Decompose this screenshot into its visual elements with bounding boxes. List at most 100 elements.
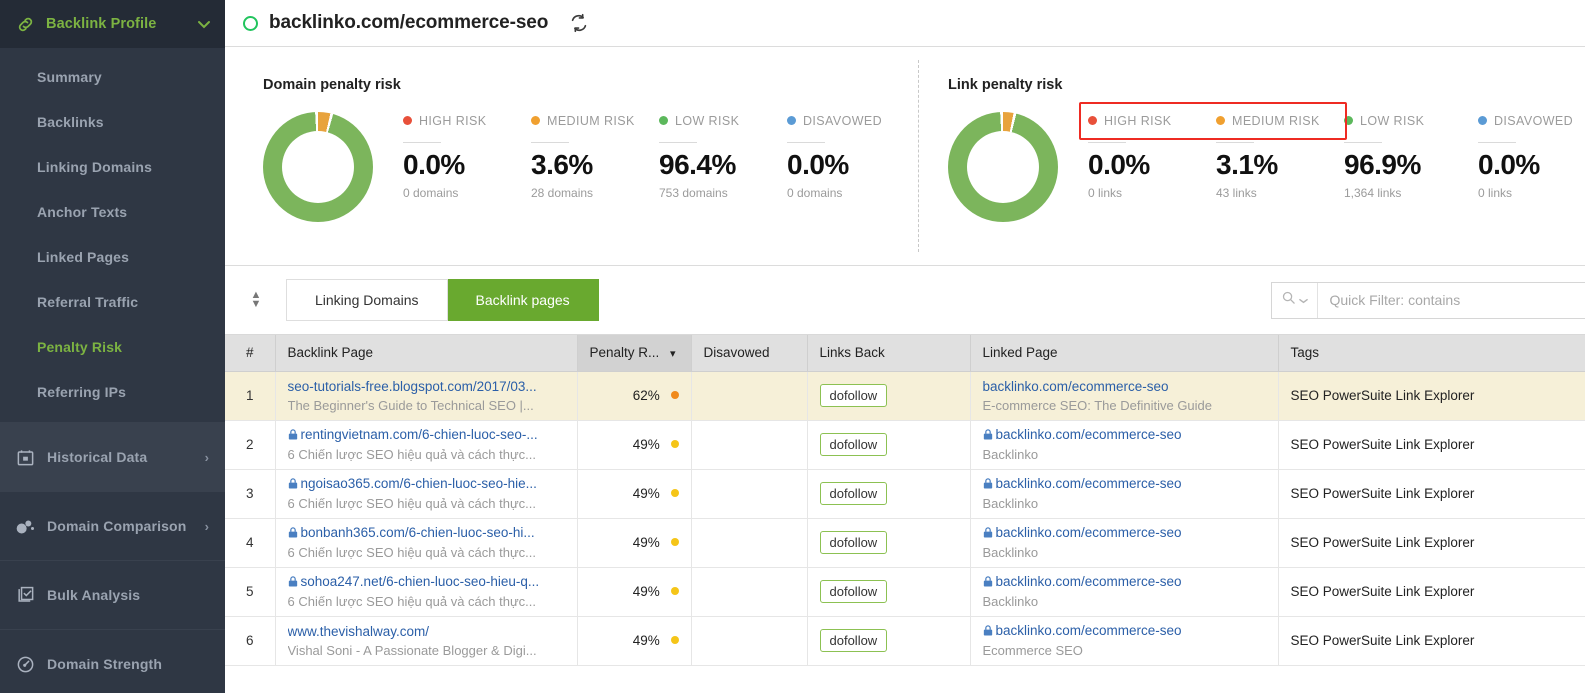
sidebar-item-anchor-texts[interactable]: Anchor Texts bbox=[0, 189, 225, 234]
penalty-risk-value: 49% bbox=[632, 535, 660, 550]
backlink-page-cell[interactable]: bonbanh365.com/6-chien-luoc-seo-hi... 6 … bbox=[275, 518, 578, 568]
disavowed-cell[interactable] bbox=[691, 616, 808, 666]
links-back-chip: dofollow bbox=[819, 580, 888, 603]
sidebar-item-label: Domain Comparison bbox=[47, 518, 187, 534]
sidebar-item-linked-pages[interactable]: Linked Pages bbox=[0, 234, 225, 279]
tab-backlink-pages[interactable]: Backlink pages bbox=[447, 279, 599, 321]
search-icon bbox=[1281, 290, 1296, 310]
linked-page-cell[interactable]: backlinko.com/ecommerce-seo Backlinko bbox=[970, 567, 1279, 617]
sidebar-item-referral-traffic[interactable]: Referral Traffic bbox=[0, 279, 225, 324]
penalty-risk-panels: Domain penalty risk HIGH RISK 0.0% 0 dom… bbox=[225, 47, 1585, 266]
sidebar-item-linking-domains[interactable]: Linking Domains bbox=[0, 144, 225, 189]
sidebar-item-summary[interactable]: Summary bbox=[0, 54, 225, 99]
penalty-risk-cell: 49% bbox=[577, 420, 692, 470]
linked-page-url[interactable]: backlinko.com/ecommerce-seo bbox=[983, 573, 1266, 591]
table-row[interactable]: 3 ngoisao365.com/6-chien-luoc-seo-hie...… bbox=[225, 469, 1585, 519]
lock-icon bbox=[983, 476, 993, 493]
legend-item-disavowed[interactable]: DISAVOWED 0.0% 0 links bbox=[1478, 112, 1585, 200]
domain-penalty-legend: HIGH RISK 0.0% 0 domains MEDIUM RISK 3.6… bbox=[403, 112, 915, 200]
table-row[interactable]: 6 www.thevishalway.com/ Vishal Soni - A … bbox=[225, 616, 1585, 666]
links-back-chip: dofollow bbox=[819, 433, 888, 456]
url-text: backlinko.com/ecommerce-seo bbox=[995, 574, 1182, 589]
legend-percent: 0.0% bbox=[787, 149, 849, 180]
sidebar-section-backlink-profile[interactable]: Backlink Profile bbox=[0, 0, 225, 48]
legend-item-low-risk[interactable]: LOW RISK 96.9% 1,364 links bbox=[1344, 112, 1478, 200]
backlink-page-cell[interactable]: rentingvietnam.com/6-chien-luoc-seo-... … bbox=[275, 420, 578, 470]
disavowed-cell[interactable] bbox=[691, 567, 808, 617]
linked-page-cell[interactable]: backlinko.com/ecommerce-seo Backlinko bbox=[970, 518, 1279, 568]
backlink-page-url[interactable]: www.thevishalway.com/ bbox=[288, 623, 565, 640]
table-row[interactable]: 4 bonbanh365.com/6-chien-luoc-seo-hi... … bbox=[225, 518, 1585, 568]
linked-page-url[interactable]: backlinko.com/ecommerce-seo bbox=[983, 524, 1266, 542]
refresh-icon[interactable] bbox=[568, 12, 590, 34]
linked-page-cell[interactable]: backlinko.com/ecommerce-seo Ecommerce SE… bbox=[970, 616, 1279, 666]
penalty-risk-cell: 49% bbox=[577, 518, 692, 568]
column-header-backlink-page[interactable]: Backlink Page bbox=[275, 335, 578, 372]
penalty-risk-cell: 49% bbox=[577, 469, 692, 519]
tab-linking-domains[interactable]: Linking Domains bbox=[286, 279, 448, 321]
column-header-tags[interactable]: Tags bbox=[1278, 335, 1585, 372]
backlink-page-url[interactable]: sohoa247.net/6-chien-luoc-seo-hieu-q... bbox=[288, 573, 565, 591]
column-header-penalty-risk[interactable]: Penalty R... ▾ bbox=[577, 335, 692, 372]
backlink-page-cell[interactable]: www.thevishalway.com/ Vishal Soni - A Pa… bbox=[275, 616, 578, 666]
column-header-index[interactable]: # bbox=[225, 335, 276, 372]
row-height-toggle[interactable]: ▲ ▼ bbox=[241, 290, 271, 310]
table-row[interactable]: 1 seo-tutorials-free.blogspot.com/2017/0… bbox=[225, 371, 1585, 421]
backlink-page-title: The Beginner's Guide to Technical SEO |.… bbox=[287, 397, 534, 413]
legend-item-medium-risk[interactable]: MEDIUM RISK 3.6% 28 domains bbox=[531, 112, 659, 200]
sidebar-item-domain-strength[interactable]: Domain Strength bbox=[0, 629, 225, 693]
linked-page-url[interactable]: backlinko.com/ecommerce-seo bbox=[983, 622, 1266, 640]
disavowed-dot-icon bbox=[1478, 116, 1487, 125]
disavowed-cell[interactable] bbox=[691, 371, 808, 421]
sidebar-item-penalty-risk[interactable]: Penalty Risk bbox=[0, 324, 225, 369]
linked-page-cell[interactable]: backlinko.com/ecommerce-seo E-commerce S… bbox=[970, 371, 1279, 421]
url-text: backlinko.com/ecommerce-seo bbox=[995, 623, 1182, 638]
lock-icon bbox=[983, 574, 993, 591]
linked-page-url[interactable]: backlinko.com/ecommerce-seo bbox=[983, 475, 1266, 493]
disavowed-cell[interactable] bbox=[691, 518, 808, 568]
sidebar-item-domain-comparison[interactable]: Domain Comparison › bbox=[0, 491, 225, 560]
table-body: 1 seo-tutorials-free.blogspot.com/2017/0… bbox=[225, 371, 1585, 666]
table-row[interactable]: 5 sohoa247.net/6-chien-luoc-seo-hieu-q..… bbox=[225, 567, 1585, 617]
penalty-risk-cell: 49% bbox=[577, 567, 692, 617]
column-header-linked-page[interactable]: Linked Page bbox=[970, 335, 1279, 372]
chevron-down-icon[interactable] bbox=[197, 17, 211, 32]
penalty-risk-value: 49% bbox=[632, 437, 660, 452]
disavowed-cell[interactable] bbox=[691, 420, 808, 470]
sidebar-item-backlinks[interactable]: Backlinks bbox=[0, 99, 225, 144]
linked-page-url[interactable]: backlinko.com/ecommerce-seo bbox=[983, 426, 1266, 444]
backlink-page-cell[interactable]: ngoisao365.com/6-chien-luoc-seo-hie... 6… bbox=[275, 469, 578, 519]
legend-item-high-risk[interactable]: HIGH RISK 0.0% 0 links bbox=[1088, 112, 1216, 200]
links-back-chip: dofollow bbox=[819, 629, 888, 652]
backlink-page-url[interactable]: rentingvietnam.com/6-chien-luoc-seo-... bbox=[288, 426, 565, 444]
search-input[interactable] bbox=[1317, 282, 1585, 318]
legend-item-high-risk[interactable]: HIGH RISK 0.0% 0 domains bbox=[403, 112, 531, 200]
column-header-disavowed[interactable]: Disavowed bbox=[691, 335, 808, 372]
backlink-page-url[interactable]: ngoisao365.com/6-chien-luoc-seo-hie... bbox=[288, 475, 565, 493]
backlink-page-cell[interactable]: seo-tutorials-free.blogspot.com/2017/03.… bbox=[275, 371, 578, 421]
high-risk-dot-icon bbox=[403, 116, 412, 125]
legend-item-disavowed[interactable]: DISAVOWED 0.0% 0 domains bbox=[787, 112, 915, 200]
backlink-page-cell[interactable]: sohoa247.net/6-chien-luoc-seo-hieu-q... … bbox=[275, 567, 578, 617]
tags-cell: SEO PowerSuite Link Explorer bbox=[1278, 371, 1585, 421]
penalty-risk-cell: 62% bbox=[577, 371, 692, 421]
legend-item-low-risk[interactable]: LOW RISK 96.4% 753 domains bbox=[659, 112, 787, 200]
sidebar-item-historical-data[interactable]: Historical Data › bbox=[0, 422, 225, 491]
backlink-page-url[interactable]: bonbanh365.com/6-chien-luoc-seo-hi... bbox=[288, 524, 565, 542]
linked-page-cell[interactable]: backlinko.com/ecommerce-seo Backlinko bbox=[970, 420, 1279, 470]
column-header-links-back[interactable]: Links Back bbox=[807, 335, 971, 372]
app-root: Backlink Profile Summary Backlinks Linki… bbox=[0, 0, 1585, 693]
legend-label: LOW RISK bbox=[1360, 113, 1425, 128]
linked-page-url[interactable]: backlinko.com/ecommerce-seo bbox=[983, 378, 1266, 395]
backlink-page-url[interactable]: seo-tutorials-free.blogspot.com/2017/03.… bbox=[288, 378, 565, 395]
table-row[interactable]: 2 rentingvietnam.com/6-chien-luoc-seo-..… bbox=[225, 420, 1585, 470]
sidebar-item-bulk-analysis[interactable]: Bulk Analysis bbox=[0, 560, 225, 629]
lock-icon bbox=[288, 574, 298, 591]
disavowed-cell[interactable] bbox=[691, 469, 808, 519]
sidebar-item-referring-ips[interactable]: Referring IPs bbox=[0, 369, 225, 414]
chevron-down-icon: ▼ bbox=[250, 298, 262, 310]
search-mode-dropdown[interactable] bbox=[1272, 282, 1318, 318]
legend-item-medium-risk[interactable]: MEDIUM RISK 3.1% 43 links bbox=[1216, 112, 1344, 200]
legend-label: HIGH RISK bbox=[419, 113, 487, 128]
linked-page-cell[interactable]: backlinko.com/ecommerce-seo Backlinko bbox=[970, 469, 1279, 519]
